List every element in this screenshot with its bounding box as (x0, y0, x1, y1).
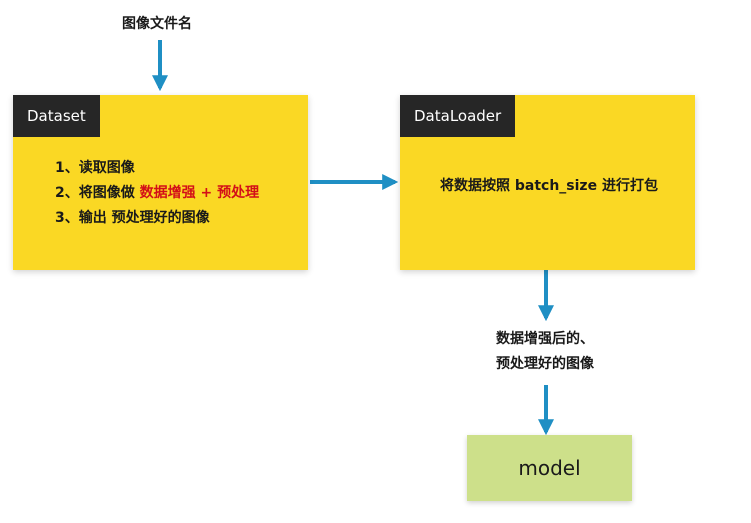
dataloader-description: 将数据按照 batch_size 进行打包 (440, 178, 658, 194)
dataset-box: Dataset 1、读取图像 2、将图像做 数据增强 + 预处理 3、输出 预处… (13, 95, 308, 270)
dataset-title: Dataset (13, 95, 100, 137)
dataset-step-2: 2、将图像做 数据增强 + 预处理 (55, 182, 259, 202)
output-label-line-1: 数据增强后的、 (496, 331, 594, 347)
model-box: model (467, 435, 632, 501)
dataset-step-1: 1、读取图像 (55, 160, 135, 176)
output-label-line-2: 预处理好的图像 (496, 356, 594, 372)
dataloader-box: DataLoader 将数据按照 batch_size 进行打包 (400, 95, 695, 270)
dataset-step-2-prefix: 2、将图像做 (55, 185, 135, 201)
input-filename-label: 图像文件名 (122, 16, 192, 32)
dataloader-title: DataLoader (400, 95, 516, 137)
dataset-step-2-highlight: 数据增强 + 预处理 (139, 185, 260, 201)
dataset-step-3: 3、输出 预处理好的图像 (55, 210, 210, 226)
